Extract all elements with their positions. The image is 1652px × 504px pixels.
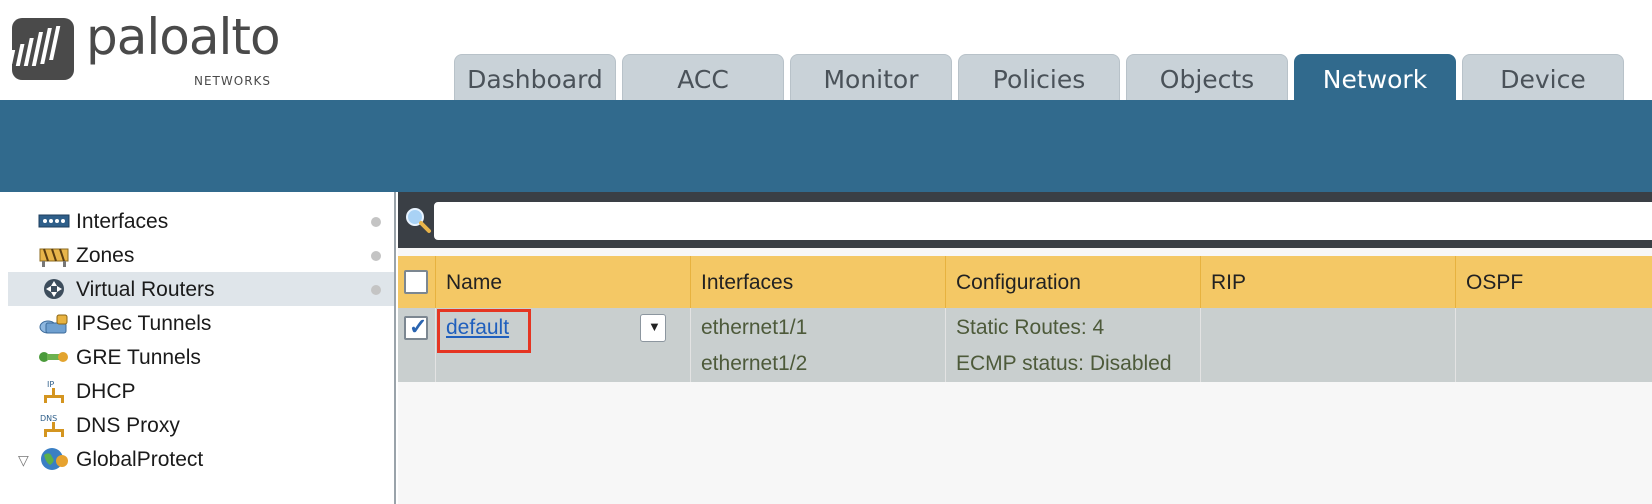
- globalprotect-icon: [38, 447, 70, 471]
- sidebar-item-dns-proxy[interactable]: DNS DNS Proxy: [8, 408, 394, 442]
- configuration-value: ECMP status: Disabled: [956, 352, 1172, 375]
- ipsec-tunnel-icon: [38, 311, 70, 335]
- select-all-cell: [398, 256, 436, 308]
- tab-dashboard[interactable]: Dashboard: [454, 54, 616, 100]
- zones-icon: [38, 243, 70, 267]
- brand-logo: paloalto NETWORKS: [12, 8, 302, 94]
- sidebar-item-gre-tunnels[interactable]: GRE Tunnels: [8, 340, 394, 374]
- interface-value: ethernet1/2: [701, 352, 808, 375]
- row-select-cell: ✓: [398, 308, 436, 382]
- sidebar-item-label: Virtual Routers: [76, 278, 215, 301]
- sidebar-item-label: IPSec Tunnels: [76, 312, 212, 335]
- column-header-name[interactable]: Name: [436, 256, 691, 308]
- sidebar-item-label: DHCP: [76, 380, 136, 403]
- column-header-rip[interactable]: RIP: [1201, 256, 1456, 308]
- column-header-configuration[interactable]: Configuration: [946, 256, 1201, 308]
- checkmark-icon: ✓: [409, 314, 428, 339]
- row-name-cell: default ▼: [436, 308, 691, 382]
- sidebar-item-label: GRE Tunnels: [76, 346, 201, 369]
- table-header: Name Interfaces Configuration RIP OSPF: [398, 256, 1652, 308]
- tab-policies[interactable]: Policies: [958, 54, 1120, 100]
- sidebar-item-ipsec-tunnels[interactable]: IPSec Tunnels: [8, 306, 394, 340]
- row-interfaces-cell: ethernet1/1 ethernet1/2: [691, 308, 946, 382]
- tab-acc[interactable]: ACC: [622, 54, 784, 100]
- sub-nav-band: [0, 100, 1652, 192]
- configuration-value: Static Routes: 4: [956, 316, 1105, 339]
- sidebar-item-label: Interfaces: [76, 210, 169, 233]
- sidebar-item-label: Zones: [76, 244, 135, 267]
- sidebar-item-virtual-routers[interactable]: Virtual Routers: [8, 272, 394, 306]
- sidebar-item-interfaces[interactable]: Interfaces: [8, 204, 394, 238]
- filter-input[interactable]: [434, 202, 1652, 240]
- tab-device[interactable]: Device: [1462, 54, 1624, 100]
- sidebar-item-zones[interactable]: Zones: [8, 238, 394, 272]
- brand-name: paloalto: [86, 8, 281, 66]
- virtual-router-icon: [38, 277, 70, 301]
- top-bar: paloalto NETWORKS Dashboard ACC Monitor …: [0, 0, 1652, 100]
- sidebar: Interfaces Zones Virtual Routers IPSec T…: [8, 192, 396, 504]
- filter-bar: [398, 192, 1652, 248]
- sidebar-item-dhcp[interactable]: IP DHCP: [8, 374, 394, 408]
- row-configuration-cell: Static Routes: 4 ECMP status: Disabled: [946, 308, 1201, 382]
- table-row[interactable]: ✓ default ▼ ethernet1/1 ethernet1/2 Stat…: [398, 308, 1652, 382]
- sidebar-item-label: GlobalProtect: [76, 448, 204, 471]
- row-rip-cell: [1201, 308, 1456, 382]
- dns-proxy-icon: DNS: [38, 413, 70, 437]
- row-dropdown-button[interactable]: ▼: [640, 314, 666, 342]
- paloalto-logo-icon: [12, 18, 74, 80]
- interfaces-icon: [38, 209, 70, 233]
- row-ospf-cell: [1456, 308, 1652, 382]
- router-name-link[interactable]: default: [446, 316, 509, 340]
- sidebar-item-label: DNS Proxy: [76, 414, 180, 437]
- column-header-ospf[interactable]: OSPF: [1456, 256, 1652, 308]
- column-header-interfaces[interactable]: Interfaces: [691, 256, 946, 308]
- status-dot: [371, 285, 381, 295]
- dhcp-icon: IP: [38, 379, 70, 403]
- expand-arrow-icon[interactable]: ▽: [18, 452, 29, 469]
- tab-objects[interactable]: Objects: [1126, 54, 1288, 100]
- select-all-checkbox[interactable]: [404, 270, 428, 294]
- status-dot: [371, 251, 381, 261]
- sidebar-item-globalprotect[interactable]: ▽ GlobalProtect: [8, 442, 394, 476]
- tab-network[interactable]: Network: [1294, 54, 1456, 100]
- row-checkbox[interactable]: ✓: [404, 314, 428, 340]
- status-dot: [371, 217, 381, 227]
- brand-sub: NETWORKS: [194, 74, 272, 88]
- search-icon[interactable]: [404, 206, 432, 234]
- interface-value: ethernet1/1: [701, 316, 808, 339]
- main-panel: Name Interfaces Configuration RIP OSPF ✓…: [398, 192, 1652, 504]
- dropdown-arrow-icon: ▼: [648, 319, 661, 334]
- tab-monitor[interactable]: Monitor: [790, 54, 952, 100]
- gre-tunnel-icon: [38, 345, 70, 369]
- svg-text:DNS: DNS: [40, 414, 57, 423]
- svg-text:IP: IP: [47, 380, 54, 389]
